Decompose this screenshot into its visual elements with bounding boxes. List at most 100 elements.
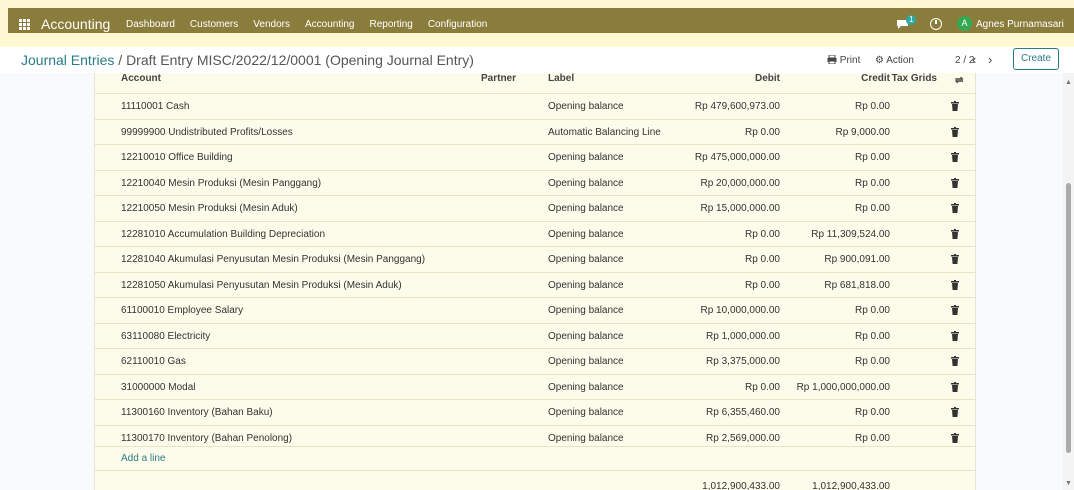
trash-icon[interactable]: [951, 228, 959, 242]
trash-icon[interactable]: [951, 432, 959, 446]
trash-icon[interactable]: [951, 101, 959, 114]
breadcrumb-journal-entries[interactable]: Journal Entries: [21, 52, 114, 68]
trash-icon[interactable]: [951, 305, 959, 318]
user-menu[interactable]: Agnes Purnamasari: [976, 19, 1064, 30]
column-header-credit[interactable]: Credit: [861, 73, 890, 84]
row-account[interactable]: 12210040 Mesin Produksi (Mesin Panggang): [121, 178, 321, 189]
table-row[interactable]: 62110010 Gas Opening balance Rp 3,375,000.…: [95, 348, 975, 373]
trash-icon[interactable]: [951, 407, 959, 420]
row-credit[interactable]: Rp 1,000,000,000.00: [797, 382, 890, 393]
row-debit[interactable]: Rp 0.00: [745, 127, 780, 138]
column-header-account[interactable]: Account: [121, 73, 161, 84]
column-header-partner[interactable]: Partner: [481, 73, 516, 84]
menu-reporting[interactable]: Reporting: [369, 19, 412, 30]
table-row[interactable]: 12210010 Office Building Opening balance R…: [95, 144, 975, 169]
trash-icon[interactable]: [951, 279, 959, 293]
menu-dashboard[interactable]: Dashboard: [126, 19, 175, 30]
row-debit[interactable]: Rp 0.00: [745, 280, 780, 291]
row-credit[interactable]: Rp 900,091.00: [824, 254, 890, 265]
row-credit[interactable]: Rp 11,309,524.00: [811, 229, 890, 240]
table-row[interactable]: 31000000 Modal Opening balance Rp 0.00 Rp 1…: [95, 373, 975, 399]
column-header-label[interactable]: Label: [548, 73, 574, 84]
row-debit[interactable]: Rp 479,600,973.00: [695, 101, 780, 112]
row-account[interactable]: 12281040 Akumulasi Penyusutan Mesin Prod…: [121, 254, 425, 265]
row-credit[interactable]: Rp 0.00: [855, 305, 890, 316]
trash-icon[interactable]: [951, 330, 959, 344]
trash-icon[interactable]: [951, 254, 959, 267]
row-account[interactable]: 11300160 Inventory (Bahan Baku): [121, 407, 273, 418]
table-row[interactable]: 12281010 Accumulation Building Depreciat…: [95, 220, 975, 246]
avatar[interactable]: A: [957, 16, 972, 31]
row-label[interactable]: Opening balance: [548, 101, 624, 112]
chevron-right-icon[interactable]: ›: [988, 52, 992, 67]
row-credit[interactable]: Rp 0.00: [855, 203, 890, 214]
row-debit[interactable]: Rp 20,000,000.00: [700, 178, 780, 189]
row-debit[interactable]: Rp 0.00: [745, 229, 780, 240]
menu-accounting[interactable]: Accounting: [305, 19, 354, 30]
column-header-tax-grids[interactable]: Tax Grids: [892, 73, 937, 84]
row-debit[interactable]: Rp 15,000,000.00: [700, 203, 780, 214]
column-header-debit[interactable]: Debit: [755, 73, 780, 84]
row-debit[interactable]: Rp 1,000,000.00: [706, 331, 780, 342]
row-account[interactable]: 61100010 Employee Salary: [121, 305, 243, 316]
row-credit[interactable]: Rp 0.00: [855, 178, 890, 189]
row-credit[interactable]: Rp 0.00: [855, 101, 890, 112]
action-button[interactable]: ⚙ Action: [875, 55, 914, 66]
row-account[interactable]: 12281050 Akumulasi Penyusutan Mesin Prod…: [121, 280, 402, 291]
row-label[interactable]: Opening balance: [548, 280, 624, 291]
row-credit[interactable]: Rp 0.00: [855, 152, 890, 163]
row-credit[interactable]: Rp 0.00: [855, 407, 890, 418]
activity-clock-icon[interactable]: [930, 18, 942, 30]
row-account[interactable]: 11300170 Inventory (Bahan Penolong): [121, 433, 292, 444]
table-row[interactable]: 99999900 Undistributed Profits/Losses Aut…: [95, 118, 975, 144]
row-account[interactable]: 62110010 Gas: [121, 356, 186, 367]
trash-icon[interactable]: [951, 126, 959, 140]
trash-icon[interactable]: [951, 356, 959, 369]
print-button[interactable]: Print: [827, 54, 860, 66]
row-label[interactable]: Opening balance: [548, 305, 624, 316]
app-brand[interactable]: Accounting: [41, 16, 110, 32]
row-account[interactable]: 31000000 Modal: [121, 382, 196, 393]
row-account[interactable]: 12281010 Accumulation Building Depreciat…: [121, 229, 325, 240]
row-account[interactable]: 12210010 Office Building: [121, 152, 233, 163]
scroll-down-icon[interactable]: ▼: [1065, 480, 1072, 487]
table-row[interactable]: 61100010 Employee Salary Opening balance R…: [95, 297, 975, 322]
table-row[interactable]: 11110001 Cash Opening balance Rp 479,600,9…: [95, 93, 975, 118]
trash-icon[interactable]: [951, 203, 959, 216]
row-label[interactable]: Opening balance: [548, 254, 624, 265]
menu-configuration[interactable]: Configuration: [428, 19, 487, 30]
table-row[interactable]: 12281050 Akumulasi Penyusutan Mesin Prod…: [95, 271, 975, 297]
row-debit[interactable]: Rp 0.00: [745, 382, 780, 393]
create-button[interactable]: Create: [1013, 48, 1059, 70]
row-label[interactable]: Opening balance: [548, 433, 624, 444]
row-credit[interactable]: Rp 681,818.00: [824, 280, 890, 291]
trash-icon[interactable]: [951, 177, 959, 191]
table-row[interactable]: 12210050 Mesin Produksi (Mesin Aduk) Open…: [95, 195, 975, 220]
row-label[interactable]: Opening balance: [548, 407, 624, 418]
row-label[interactable]: Opening balance: [548, 203, 624, 214]
row-debit[interactable]: Rp 0.00: [745, 254, 780, 265]
row-credit[interactable]: Rp 0.00: [855, 356, 890, 367]
row-label[interactable]: Automatic Balancing Line: [548, 127, 661, 138]
table-row[interactable]: 11300160 Inventory (Bahan Baku) Opening b…: [95, 399, 975, 424]
row-debit[interactable]: Rp 2,569,000.00: [706, 433, 780, 444]
row-debit[interactable]: Rp 6,355,460.00: [706, 407, 780, 418]
row-debit[interactable]: Rp 475,000,000.00: [695, 152, 780, 163]
row-label[interactable]: Opening balance: [548, 229, 624, 240]
row-account[interactable]: 63110080 Electricity: [121, 331, 210, 342]
row-debit[interactable]: Rp 10,000,000.00: [700, 305, 780, 316]
row-account[interactable]: 12210050 Mesin Produksi (Mesin Aduk): [121, 203, 298, 214]
row-label[interactable]: Opening balance: [548, 356, 624, 367]
scrollbar-thumb[interactable]: [1066, 183, 1071, 453]
row-credit[interactable]: Rp 0.00: [855, 433, 890, 444]
row-label[interactable]: Opening balance: [548, 331, 624, 342]
apps-grid-icon[interactable]: [19, 19, 30, 30]
row-label[interactable]: Opening balance: [548, 178, 624, 189]
scroll-up-icon[interactable]: ▲: [1065, 79, 1072, 86]
trash-icon[interactable]: [951, 152, 959, 165]
add-line-link[interactable]: Add a line: [121, 453, 165, 464]
row-credit[interactable]: Rp 0.00: [855, 331, 890, 342]
optional-columns-icon[interactable]: ⇌: [955, 75, 963, 86]
menu-vendors[interactable]: Vendors: [253, 19, 290, 30]
row-debit[interactable]: Rp 3,375,000.00: [706, 356, 780, 367]
